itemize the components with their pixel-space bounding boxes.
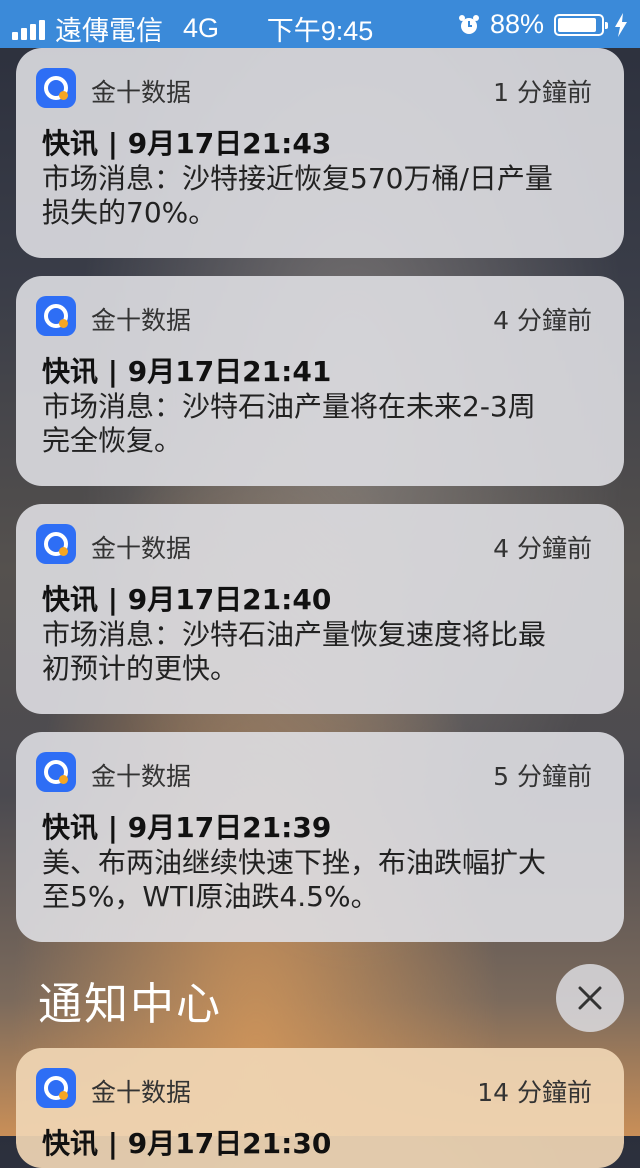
notification-body-line: 市场消息：沙特石油产量恢复速度将比最	[42, 618, 547, 651]
notification-time: 4 分鐘前	[493, 534, 592, 563]
app-name: 金十数据	[91, 762, 192, 791]
alarm-icon	[458, 14, 479, 34]
notification-body-line: 市场消息：沙特接近恢复570万桶/日产量	[42, 162, 553, 195]
battery-icon	[554, 13, 608, 36]
notification-time: 4 分鐘前	[493, 306, 592, 335]
status-bar: 遠傳電信 4G 下午9:45 88%	[0, 0, 640, 48]
notification-time: 14 分鐘前	[477, 1078, 592, 1107]
app-name: 金十数据	[91, 306, 192, 335]
notification-time: 1 分鐘前	[493, 78, 592, 107]
notification-body-line: 初预计的更快。	[42, 652, 239, 685]
charging-bolt-icon	[615, 12, 627, 37]
notification-card[interactable]: 金十数据 4 分鐘前 快讯 | 9月17日21:41 市场消息：沙特石油产量将在…	[16, 276, 624, 486]
notification-card[interactable]: 金十数据 14 分鐘前 快讯 | 9月17日21:30	[16, 1048, 624, 1168]
app-icon	[36, 68, 76, 108]
app-name: 金十数据	[91, 78, 192, 107]
notification-time: 5 分鐘前	[493, 762, 592, 791]
notification-center-title: 通知中心	[38, 979, 222, 1030]
notification-body-line: 市场消息：沙特石油产量将在未来2-3周	[42, 390, 536, 423]
notification-body-line: 完全恢复。	[42, 424, 183, 457]
notification-body-line: 美、布两油继续快速下挫，布油跌幅扩大	[42, 846, 547, 879]
app-icon	[36, 1068, 76, 1108]
clear-notifications-button[interactable]	[556, 964, 624, 1032]
notification-body-line: 至5%，WTI原油跌4.5%。	[42, 880, 379, 913]
app-name: 金十数据	[91, 1078, 192, 1107]
app-icon	[36, 296, 76, 336]
app-icon	[36, 524, 76, 564]
notification-body-line: 损失的70%。	[42, 196, 217, 229]
close-icon	[578, 986, 602, 1010]
app-icon	[36, 752, 76, 792]
battery-percent: 88%	[489, 9, 544, 39]
notification-card[interactable]: 金十数据 5 分鐘前 快讯 | 9月17日21:39 美、布两油继续快速下挫，布…	[16, 732, 624, 942]
app-name: 金十数据	[91, 534, 192, 563]
notification-card[interactable]: 金十数据 1 分鐘前 快讯 | 9月17日21:43 市场消息：沙特接近恢复57…	[16, 48, 624, 258]
notification-card[interactable]: 金十数据 4 分鐘前 快讯 | 9月17日21:40 市场消息：沙特石油产量恢复…	[16, 504, 624, 714]
